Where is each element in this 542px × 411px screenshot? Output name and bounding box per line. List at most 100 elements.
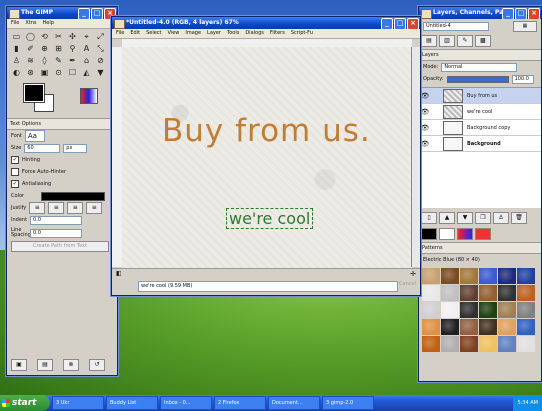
antialiasing-checkbox[interactable]: ✓ xyxy=(11,180,19,188)
tool-16-icon[interactable]: ◊ xyxy=(38,55,51,66)
delete-options-icon[interactable]: ⊗ xyxy=(63,359,79,371)
headline-text-layer[interactable]: Buy from us. xyxy=(162,113,371,149)
pattern-swatch[interactable] xyxy=(498,336,516,352)
pattern-swatch[interactable] xyxy=(479,285,497,301)
duplicate-layer-icon[interactable]: ❐ xyxy=(475,212,491,224)
pattern-swatch[interactable] xyxy=(517,319,535,335)
pattern-swatch[interactable] xyxy=(441,285,459,301)
pattern-swatch[interactable] xyxy=(441,319,459,335)
layer-row[interactable]: 👁 Background xyxy=(419,136,541,152)
mode-select[interactable]: Normal xyxy=(441,62,518,72)
menu-xtns[interactable]: Xtns xyxy=(25,19,36,28)
tool-21-icon[interactable]: ◐ xyxy=(10,67,23,78)
image-menu-file[interactable]: File xyxy=(116,29,124,38)
taskbar-button[interactable]: Document... xyxy=(268,396,320,410)
pattern-swatch[interactable] xyxy=(479,336,497,352)
taskbar-button[interactable]: 3 gimp-2.0 xyxy=(322,396,374,410)
opacity-slider[interactable] xyxy=(446,75,509,83)
tool-0-icon[interactable]: ▭ xyxy=(10,31,23,42)
image-menu-layer[interactable]: Layer xyxy=(207,29,221,38)
tool-9-icon[interactable]: ⊕ xyxy=(38,43,51,54)
image-minimize-button[interactable]: _ xyxy=(381,18,393,29)
tool-14-icon[interactable]: ♙ xyxy=(10,55,23,66)
pattern-swatch[interactable] xyxy=(517,285,535,301)
pattern-swatch[interactable] xyxy=(517,268,535,284)
pattern-swatch[interactable] xyxy=(479,268,497,284)
pattern-swatch[interactable] xyxy=(479,319,497,335)
pattern-swatch[interactable] xyxy=(460,336,478,352)
subline-text-layer[interactable]: we're cool xyxy=(226,208,314,229)
layer-row[interactable]: 👁 Background copy xyxy=(419,120,541,136)
justify-right-icon[interactable]: ≡ xyxy=(48,202,65,214)
tool-10-icon[interactable]: ⊞ xyxy=(52,43,65,54)
tool-20-icon[interactable]: ⊘ xyxy=(94,55,107,66)
tool-12-icon[interactable]: A xyxy=(80,43,93,54)
justify-center-icon[interactable]: ≡ xyxy=(67,202,84,214)
pattern-swatch[interactable] xyxy=(517,302,535,318)
delete-layer-icon[interactable]: 🗑 xyxy=(511,212,527,224)
menu-help[interactable]: Help xyxy=(43,19,54,28)
minimize-button[interactable]: _ xyxy=(78,8,90,19)
pattern-swatch[interactable] xyxy=(517,336,535,352)
size-input[interactable]: 60 xyxy=(24,143,61,153)
pattern-swatch[interactable] xyxy=(441,336,459,352)
pattern-swatch[interactable] xyxy=(422,336,440,352)
pattern-swatch[interactable] xyxy=(422,268,440,284)
tool-6-icon[interactable]: ⤢ xyxy=(94,31,107,42)
tool-25-icon[interactable]: ☐ xyxy=(66,67,79,78)
layer-row[interactable]: 👁 we're cool xyxy=(419,104,541,120)
pattern-swatch[interactable] xyxy=(422,319,440,335)
layers-titlebar[interactable]: Layers, Channels, Pat... _ □ × xyxy=(419,7,541,19)
tool-8-icon[interactable]: ✐ xyxy=(24,43,37,54)
taskbar-button[interactable]: Buddy List xyxy=(106,396,158,410)
image-menu-tools[interactable]: Tools xyxy=(227,29,239,38)
autohinter-checkbox[interactable] xyxy=(11,168,19,176)
pattern-swatch[interactable] xyxy=(422,302,440,318)
tool-2-icon[interactable]: ⟲ xyxy=(38,31,51,42)
taskbar-button[interactable]: Inbox - 0... xyxy=(160,396,212,410)
pattern-swatch[interactable] xyxy=(460,285,478,301)
image-menu-edit[interactable]: Edit xyxy=(130,29,140,38)
dock-maximize-button[interactable]: □ xyxy=(515,8,527,19)
tool-17-icon[interactable]: ✎ xyxy=(52,55,65,66)
text-color-button[interactable] xyxy=(41,191,106,201)
justify-fill-icon[interactable]: ≡ xyxy=(86,202,103,214)
create-path-button[interactable]: Create Path from Text xyxy=(11,240,109,252)
toolbox-titlebar[interactable]: The GIMP _ □ × xyxy=(7,7,117,19)
image-menu-dialogs[interactable]: Dialogs xyxy=(245,29,264,38)
swatch-gradient[interactable] xyxy=(457,228,473,240)
reset-options-icon[interactable]: ↺ xyxy=(89,359,105,371)
tool-19-icon[interactable]: ⌂ xyxy=(80,55,93,66)
image-menu-filters[interactable]: Filters xyxy=(270,29,285,38)
new-layer-icon[interactable]: ▯ xyxy=(421,212,437,224)
paths-tab-icon[interactable]: ✎ xyxy=(457,35,473,47)
justify-left-icon[interactable]: ≡ xyxy=(29,202,46,214)
tool-24-icon[interactable]: ⊙ xyxy=(52,67,65,78)
tool-7-icon[interactable]: ▮ xyxy=(10,43,23,54)
image-menu-image[interactable]: Image xyxy=(185,29,201,38)
line-spacing-input[interactable]: 0.0 xyxy=(30,228,82,238)
opacity-input[interactable]: 100.0 xyxy=(511,74,534,84)
pattern-swatch[interactable] xyxy=(460,302,478,318)
pattern-swatch[interactable] xyxy=(441,302,459,318)
pattern-swatch[interactable] xyxy=(460,268,478,284)
size-unit-select[interactable]: px xyxy=(63,143,88,153)
taskbar-button[interactable]: 2 Firefox xyxy=(214,396,266,410)
navigate-icon[interactable]: ✛ xyxy=(410,270,416,278)
tool-3-icon[interactable]: ✂ xyxy=(52,31,65,42)
tool-15-icon[interactable]: ≋ xyxy=(24,55,37,66)
swatch-black[interactable] xyxy=(421,228,437,240)
tool-1-icon[interactable]: ◯ xyxy=(24,31,37,42)
image-canvas[interactable]: Buy from us. we're cool xyxy=(122,47,412,268)
image-menu-select[interactable]: Select xyxy=(146,29,161,38)
save-options-icon[interactable]: ▣ xyxy=(11,359,27,371)
auto-button[interactable]: ▦ xyxy=(513,20,537,32)
tool-13-icon[interactable]: ⤡ xyxy=(94,43,107,54)
dock-minimize-button[interactable]: _ xyxy=(502,8,514,19)
active-gradient-preview[interactable] xyxy=(80,88,98,104)
indent-input[interactable]: 0.0 xyxy=(30,215,83,225)
pattern-swatch[interactable] xyxy=(422,285,440,301)
image-select[interactable]: Untitled-4 xyxy=(423,21,489,31)
raise-layer-icon[interactable]: ▲ xyxy=(439,212,455,224)
taskbar-button[interactable]: 3 Ukr xyxy=(52,396,104,410)
